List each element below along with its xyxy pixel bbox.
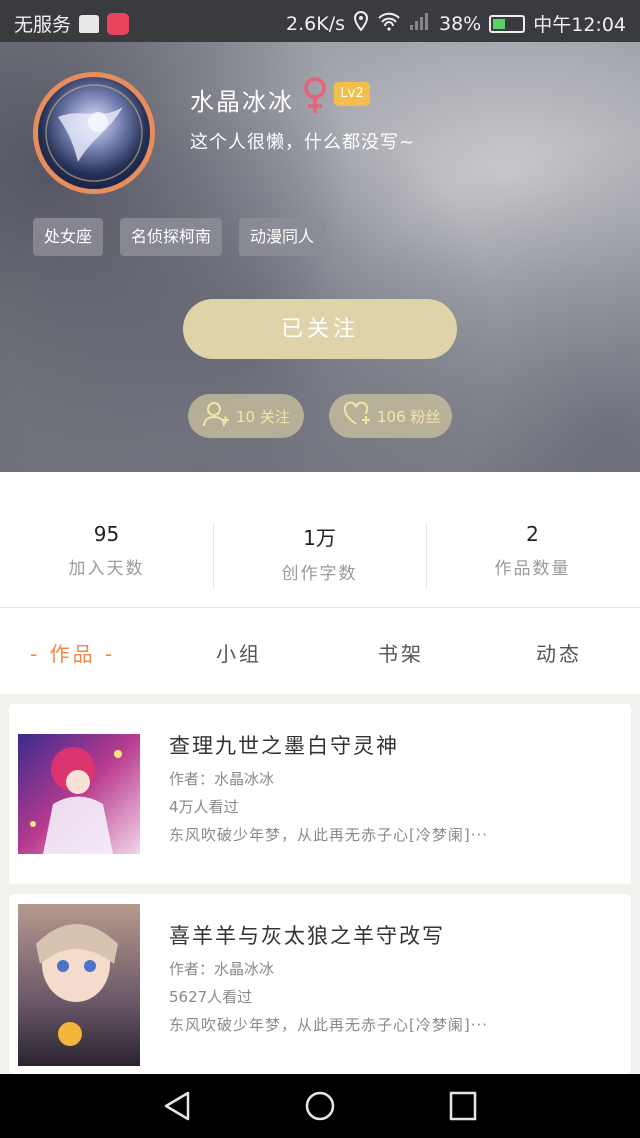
works-list: 查理九世之墨白守灵神 作者：水晶冰冰 4万人看过 东风吹破少年梦，从此再无赤子心… xyxy=(0,694,640,1074)
status-bar: 无服务 2.6K/s 38% 中午12:04 xyxy=(0,0,640,42)
follow-button[interactable]: 已关注 xyxy=(183,299,457,359)
stat-days: 95 加入天数 xyxy=(0,522,213,579)
work-card[interactable]: 喜羊羊与灰太狼之羊守改写 作者：水晶冰冰 5627人看过 东风吹破少年梦，从此再… xyxy=(9,894,631,1074)
stat-words: 1万 创作字数 xyxy=(213,522,426,584)
fans-count: 106 粉丝 xyxy=(377,407,441,426)
profile-header: 水晶冰冰 Lv2 这个人很懒，什么都没写~ 处女座 名侦探柯南 动漫同人 已关注… xyxy=(0,42,640,472)
following-button[interactable]: 10 关注 xyxy=(188,394,304,438)
tag-zodiac[interactable]: 处女座 xyxy=(33,218,104,256)
work-views: 4万人看过 xyxy=(169,798,239,816)
tab-works[interactable]: - 作品 - xyxy=(30,638,115,667)
stat-works: 2 作品数量 xyxy=(426,522,639,579)
female-icon xyxy=(300,76,330,116)
notification-icon xyxy=(79,14,100,33)
work-views: 5627人看过 xyxy=(169,988,253,1006)
tab-bookshelf[interactable]: 书架 xyxy=(378,638,424,667)
tag-anime[interactable]: 动漫同人 xyxy=(239,218,326,256)
wifi-icon xyxy=(377,11,401,36)
clock: 中午12:04 xyxy=(533,14,626,36)
tab-bar: - 作品 - 小组 书架 动态 xyxy=(0,608,640,694)
work-author: 作者：水晶冰冰 xyxy=(169,960,275,978)
work-author: 作者：水晶冰冰 xyxy=(169,770,275,788)
home-icon[interactable] xyxy=(303,1090,337,1122)
stats-bar: 95 加入天数 1万 创作字数 2 作品数量 xyxy=(0,472,640,608)
work-cover-image xyxy=(18,904,140,1066)
avatar[interactable] xyxy=(33,72,155,194)
username: 水晶冰冰 xyxy=(190,88,294,116)
stat-words-value: 1万 xyxy=(303,526,336,550)
carrier-text: 无服务 xyxy=(14,14,72,36)
signal-icon xyxy=(409,11,431,36)
work-title: 喜羊羊与灰太狼之羊守改写 xyxy=(169,924,445,948)
battery-icon xyxy=(489,14,526,33)
work-title: 查理九世之墨白守灵神 xyxy=(169,734,399,758)
stat-days-label: 加入天数 xyxy=(68,559,145,579)
tab-activity[interactable]: 动态 xyxy=(536,638,582,667)
app-notification-icon xyxy=(107,12,130,35)
tag-list: 处女座 名侦探柯南 动漫同人 xyxy=(33,218,326,256)
work-card[interactable]: 查理九世之墨白守灵神 作者：水晶冰冰 4万人看过 东风吹破少年梦，从此再无赤子心… xyxy=(9,704,631,884)
work-description: 东风吹破少年梦，从此再无赤子心[冷梦阑]··· xyxy=(169,826,489,844)
recents-icon[interactable] xyxy=(446,1090,480,1122)
back-icon[interactable] xyxy=(160,1090,194,1122)
stat-works-value: 2 xyxy=(526,522,539,546)
following-count: 10 关注 xyxy=(236,407,290,426)
system-nav-bar xyxy=(0,1074,640,1138)
level-badge: Lv2 xyxy=(334,82,370,106)
work-cover-image xyxy=(18,734,140,854)
location-icon xyxy=(353,10,369,36)
bio-text: 这个人很懒，什么都没写~ xyxy=(190,132,416,153)
network-speed: 2.6K/s xyxy=(286,12,345,35)
tag-conan[interactable]: 名侦探柯南 xyxy=(120,218,223,256)
fans-button[interactable]: 106 粉丝 xyxy=(329,394,452,438)
stat-words-label: 创作字数 xyxy=(281,564,358,584)
tab-groups[interactable]: 小组 xyxy=(216,638,262,667)
stat-days-value: 95 xyxy=(93,522,120,546)
stat-works-label: 作品数量 xyxy=(494,559,571,579)
add-user-icon xyxy=(202,400,230,432)
battery-percent: 38% xyxy=(439,12,482,35)
work-description: 东风吹破少年梦，从此再无赤子心[冷梦阑]··· xyxy=(169,1016,489,1034)
heart-plus-icon xyxy=(343,401,371,431)
